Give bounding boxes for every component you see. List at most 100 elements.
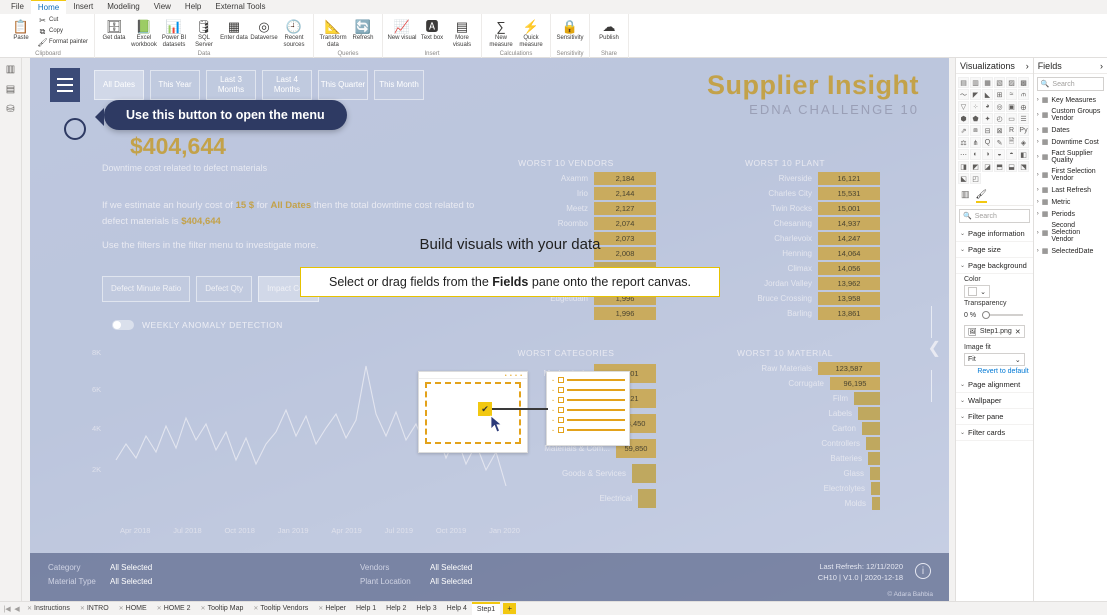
page-tab-help-1[interactable]: Help 1 [351, 602, 381, 615]
collapse-pane-icon[interactable]: › [1026, 61, 1029, 71]
slider-knob[interactable] [982, 311, 991, 319]
visual-format-tabs[interactable]: ▥ 🖌 [956, 187, 1033, 206]
visual-type-smartnarrative-icon[interactable]: ✎ [994, 137, 1005, 148]
collapse-pane-icon[interactable]: › [1100, 61, 1103, 71]
visual-type-slicer-icon[interactable]: ⧈ [970, 125, 981, 136]
pill-this-month[interactable]: This Month [374, 70, 424, 100]
visual-type-treemap-icon[interactable]: ▣ [1006, 101, 1017, 112]
format-painter-button[interactable]: 🖌 Format painter [36, 37, 90, 48]
page-tab-step1[interactable]: Step1 [471, 602, 501, 615]
visual-type-gauge-icon[interactable]: ◴ [994, 113, 1005, 124]
pill-this-year[interactable]: This Year [150, 70, 200, 100]
field-table-fact-supplier-quality[interactable]: › ▦ Fact Supplier Quality [1034, 148, 1107, 166]
visual-type-custom1-icon[interactable]: ◐ [970, 149, 981, 160]
footer-value-category[interactable]: All Selected [110, 563, 152, 572]
publish-button[interactable]: ☁ Publish [594, 15, 624, 42]
date-filter-pills[interactable]: All Dates This Year Last 3 Months Last 4… [94, 70, 424, 100]
field-table-second-selection-vendor[interactable]: › ▦ Second Selection Vendor [1034, 220, 1107, 245]
data-view-icon[interactable]: ▤ [6, 84, 15, 95]
visual-type-custom10-icon[interactable]: ⬓ [1006, 161, 1017, 172]
table-row[interactable]: Molds [690, 496, 880, 511]
visual-type-custom6-icon[interactable]: ◨ [958, 161, 969, 172]
footer-value-vendors[interactable]: All Selected [430, 563, 472, 572]
menu-button[interactable] [50, 68, 80, 102]
section-page-information[interactable]: ⌄ Page information [956, 226, 1033, 242]
table-row[interactable]: Riverside 16,121 [690, 171, 880, 186]
ribbon-tab-file[interactable]: File [4, 0, 31, 14]
page-tab-intro[interactable]: ✕ INTRO [75, 602, 114, 615]
sensitivity-button[interactable]: 🔒 Sensitivity [555, 15, 585, 42]
footer-value-plant-location[interactable]: All Selected [430, 577, 472, 586]
visual-type-r-icon[interactable]: R [1006, 125, 1017, 136]
visual-type-stacked-bar-icon[interactable]: ▤ [958, 77, 969, 88]
report-page[interactable]: All Dates This Year Last 3 Months Last 4… [30, 58, 949, 601]
visual-type-more-icon[interactable]: ⋯ [958, 149, 969, 160]
page-tab-home[interactable]: ✕ HOME [114, 602, 152, 615]
visual-type-funnel-icon[interactable]: ▽ [958, 101, 969, 112]
field-table-dates[interactable]: › ▦ Dates [1034, 124, 1107, 136]
ribbon-tab-view[interactable]: View [147, 0, 178, 14]
excel-workbook-button[interactable]: 📗 Excel workbook [129, 15, 159, 49]
table-row[interactable]: Barling 13,861 [690, 306, 880, 321]
visual-type-custom2-icon[interactable]: ◑ [982, 149, 993, 160]
section-page-size[interactable]: ⌄ Page size [956, 242, 1033, 258]
pill-all-dates[interactable]: All Dates [94, 70, 144, 100]
transform-data-button[interactable]: 📐 Transform data [318, 15, 348, 49]
close-icon[interactable]: ✕ [253, 605, 258, 612]
new-measure-button[interactable]: ∑ New measure [486, 15, 516, 49]
close-icon[interactable]: ✕ [201, 605, 206, 612]
page-tab-help-4[interactable]: Help 4 [442, 602, 472, 615]
visual-type-matrix-icon[interactable]: ⊠ [994, 125, 1005, 136]
visual-type-card-icon[interactable]: ▭ [1006, 113, 1017, 124]
anomaly-toggle-row[interactable]: WEEKLY ANOMALY DETECTION [112, 320, 283, 330]
table-row[interactable]: Electrolytes [690, 481, 880, 496]
field-table-metric[interactable]: › ▦ Metric [1034, 196, 1107, 208]
ribbon-tab-external-tools[interactable]: External Tools [208, 0, 272, 14]
paste-button[interactable]: 📋 Paste [6, 15, 36, 42]
table-row[interactable]: Goods & Services [476, 461, 656, 486]
table-row[interactable]: Batteries [690, 451, 880, 466]
visual-type-100-column-icon[interactable]: ▩ [1018, 77, 1029, 88]
visual-type-custom9-icon[interactable]: ⬒ [994, 161, 1005, 172]
close-icon[interactable]: ✕ [27, 605, 32, 612]
table-row[interactable]: Charles City 15,531 [690, 186, 880, 201]
ribbon-tab-help[interactable]: Help [178, 0, 208, 14]
visual-type-area-icon[interactable]: ◤ [970, 89, 981, 100]
visual-type-custom11-icon[interactable]: ⬔ [1018, 161, 1029, 172]
page-tab-instructions[interactable]: ✕ Instructions [22, 602, 75, 615]
visual-type-custom13-icon[interactable]: ◰ [970, 173, 981, 184]
visual-type-custom4-icon[interactable]: ◓ [1006, 149, 1017, 160]
table-row[interactable]: Twin Rocks 15,001 [690, 201, 880, 216]
table-row[interactable]: Controllers [690, 436, 880, 451]
dataverse-button[interactable]: ◎ Dataverse [249, 15, 279, 42]
table-row[interactable]: Film [690, 391, 880, 406]
close-icon[interactable]: ✕ [157, 605, 162, 612]
close-icon[interactable]: ✕ [119, 605, 124, 612]
table-row[interactable]: Corrugate 96,195 [690, 376, 880, 391]
visual-type-custom5-icon[interactable]: ◧ [1018, 149, 1029, 160]
field-table-periods[interactable]: › ▦ Periods [1034, 208, 1107, 220]
visual-type-clustered-column-icon[interactable]: ▧ [994, 77, 1005, 88]
visual-type-qna-icon[interactable]: Q [982, 137, 993, 148]
refresh-button[interactable]: 🔄 Refresh [348, 15, 378, 42]
visual-type-donut-icon[interactable]: ◎ [994, 101, 1005, 112]
visual-type-pie-icon[interactable]: ◕ [982, 101, 993, 112]
page-tab-help-3[interactable]: Help 3 [411, 602, 441, 615]
recent-sources-button[interactable]: 🕘 Recent sources [279, 15, 309, 49]
tab-fields-icon[interactable]: ▥ [961, 189, 970, 203]
visual-type-multirow-card-icon[interactable]: ☰ [1018, 113, 1029, 124]
page-tab-home-2[interactable]: ✕ HOME 2 [152, 602, 196, 615]
anomaly-toggle[interactable] [112, 320, 134, 330]
transparency-slider[interactable] [982, 311, 1023, 319]
table-row[interactable]: Labels [690, 406, 880, 421]
model-view-icon[interactable]: ⛁ [6, 104, 14, 115]
visual-type-line-icon[interactable]: 〜 [958, 89, 969, 100]
close-icon[interactable]: ✕ [80, 605, 85, 612]
page-tab-tooltip-vendors[interactable]: ✕ Tooltip Vendors [248, 602, 313, 615]
section-page-background[interactable]: ⌄ Page background [956, 258, 1033, 274]
page-tab-helper[interactable]: ✕ Helper [313, 602, 351, 615]
ribbon-tab-insert[interactable]: Insert [66, 0, 100, 14]
table-row[interactable]: Axamm 2,184 [476, 171, 656, 186]
add-page-button[interactable]: + [503, 603, 517, 614]
info-icon[interactable]: i [915, 563, 931, 579]
